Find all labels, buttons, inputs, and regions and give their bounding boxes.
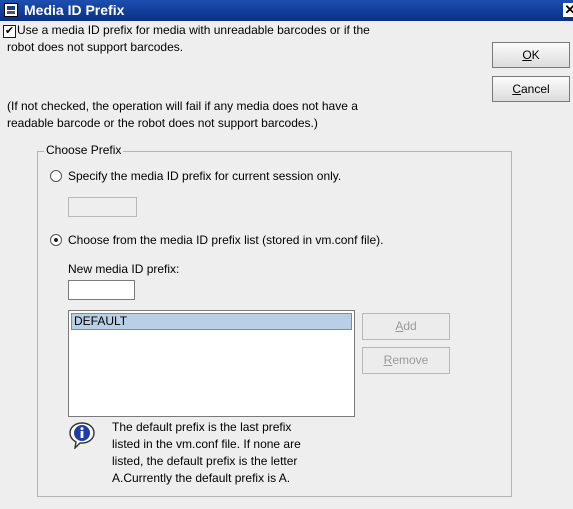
use-prefix-checkbox[interactable]: ✔ bbox=[3, 25, 16, 38]
ok-button-mnemonic: O bbox=[522, 48, 532, 62]
ok-button[interactable]: OK bbox=[492, 42, 570, 68]
list-item[interactable]: DEFAULT bbox=[71, 313, 352, 330]
remove-button-mnemonic: R bbox=[383, 353, 393, 367]
add-button-rest: dd bbox=[403, 319, 417, 333]
add-button[interactable]: Add bbox=[362, 313, 450, 340]
remove-button[interactable]: Remove bbox=[362, 347, 450, 374]
choose-prefix-legend: Choose Prefix bbox=[44, 143, 124, 157]
use-prefix-label-line2: robot does not support barcodes. bbox=[7, 40, 184, 54]
cancel-button-mnemonic: C bbox=[512, 82, 521, 96]
cancel-button-rest: ancel bbox=[520, 82, 550, 96]
session-prefix-radio[interactable] bbox=[50, 170, 62, 182]
prefix-list[interactable]: DEFAULT bbox=[68, 310, 355, 417]
info-text-line2: listed in the vm.conf file. If none are bbox=[112, 437, 301, 451]
app-icon bbox=[4, 3, 18, 17]
window-title: Media ID Prefix bbox=[24, 2, 125, 18]
info-text-line4: A.Currently the default prefix is A. bbox=[112, 471, 291, 485]
info-text-line1: The default prefix is the last prefix bbox=[112, 420, 292, 434]
note-line1: (If not checked, the operation will fail… bbox=[7, 99, 358, 113]
session-prefix-label: Specify the media ID prefix for current … bbox=[68, 169, 342, 183]
title-bar: Media ID Prefix ✕ bbox=[0, 0, 573, 21]
remove-button-rest: emove bbox=[392, 353, 429, 367]
list-prefix-radio[interactable] bbox=[50, 234, 62, 246]
new-prefix-input[interactable] bbox=[68, 280, 135, 300]
note-line2: readable barcode or the robot does not s… bbox=[7, 116, 318, 130]
close-icon[interactable]: ✕ bbox=[563, 3, 573, 17]
ok-button-rest: K bbox=[531, 48, 540, 62]
list-prefix-label: Choose from the media ID prefix list (st… bbox=[68, 233, 384, 247]
session-prefix-input bbox=[68, 197, 137, 217]
use-prefix-label-line1: Use a media ID prefix for media with unr… bbox=[17, 23, 370, 37]
info-text-line3: listed, the default prefix is the letter bbox=[112, 454, 298, 468]
info-icon bbox=[69, 422, 95, 449]
cancel-button[interactable]: Cancel bbox=[492, 76, 570, 102]
new-prefix-label: New media ID prefix: bbox=[68, 262, 180, 276]
